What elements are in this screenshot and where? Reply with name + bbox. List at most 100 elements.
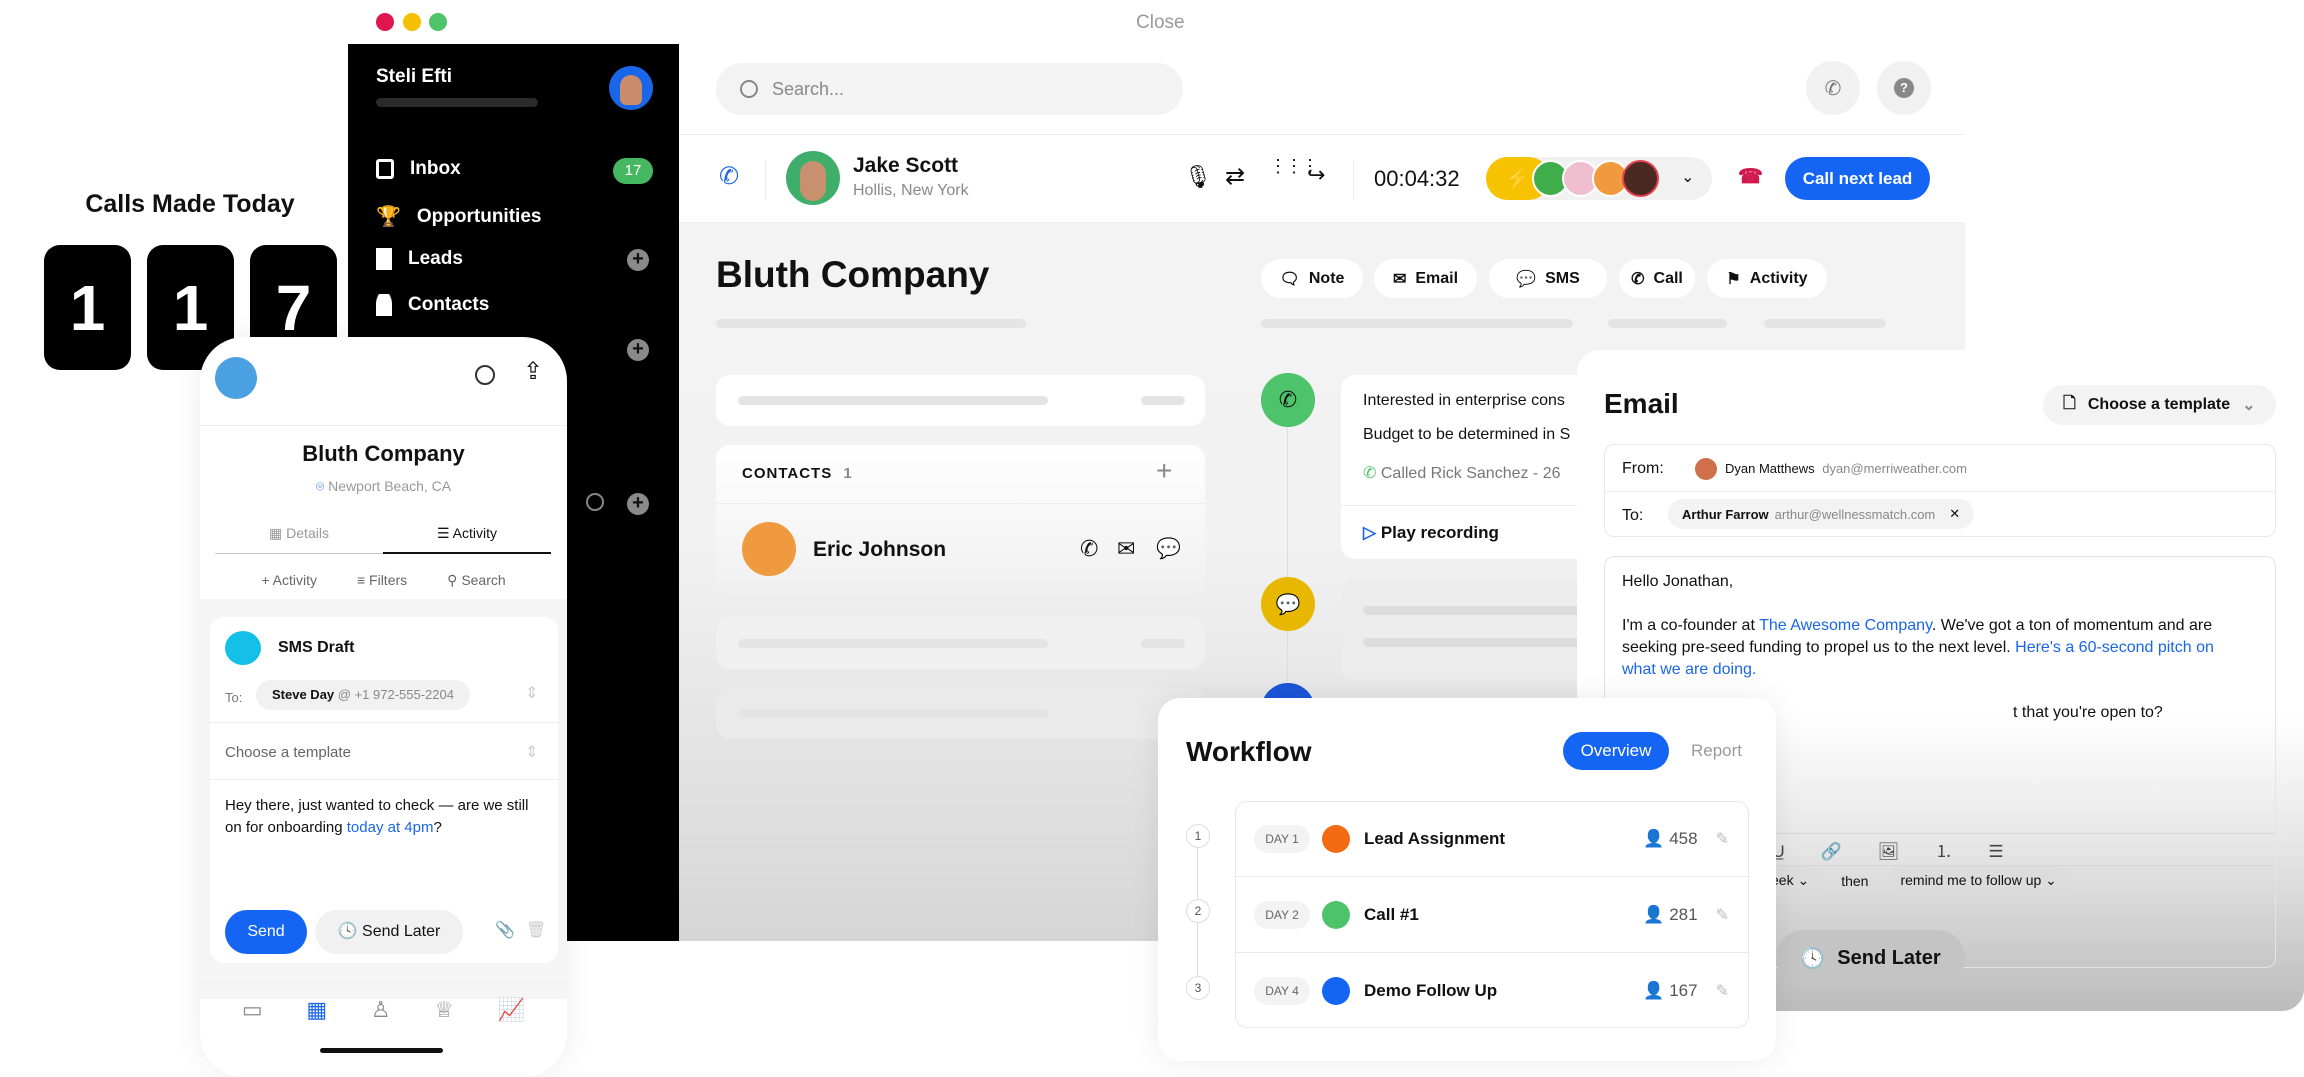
search-icon [740,80,758,98]
skeleton-card [716,617,1205,669]
workflow-step[interactable]: DAY 4 Demo Follow Up 👤 167 ✎ [1236,954,1748,1027]
to-label: To: [225,690,243,705]
add-button[interactable]: + [627,493,649,515]
search-icon[interactable] [475,365,495,385]
to-label: To: [1622,507,1644,524]
add-activity-button[interactable]: + Activity [261,572,317,589]
note-button[interactable]: 🗨 Note [1261,259,1363,298]
sender-name: Dyan Matthews [1725,461,1815,476]
digit-tile: 1 [44,245,131,370]
play-icon: ▷ [1363,523,1377,542]
call-log: ✆ Called Rick Sanchez - 26 [1363,465,1561,482]
location-icon: ⌾ [315,478,325,494]
building-icon[interactable]: ▦ [306,997,327,1023]
template-select[interactable]: Choose a template [225,744,351,761]
image-icon[interactable]: 🖼 [1878,841,1900,863]
user-avatar[interactable] [609,66,653,110]
bullet-list-icon[interactable]: ☰ [1988,841,2003,863]
recipient-chip[interactable]: Steve Day @ +1 972-555-2204 [256,680,470,710]
sender-avatar [1695,458,1717,480]
tab-details[interactable]: ▦ Details [215,525,383,542]
activity-note: Budget to be determined in S [1363,426,1571,443]
followup-select[interactable]: remind me to follow up ⌄ [1886,866,2071,895]
call-button[interactable]: ✆ Call [1619,259,1695,298]
chevron-down-icon[interactable]: ⌄ [1681,167,1694,187]
agent-avatar [1622,160,1659,197]
help-button[interactable]: ? [1877,61,1931,115]
edit-icon: ✎ [1715,831,1729,848]
contact-name[interactable]: Eric Johnson [813,538,946,562]
play-recording-button[interactable]: ▷ Play recording [1363,523,1499,543]
person-icon[interactable]: ♙ [371,997,391,1023]
contact-location: Hollis, New York [853,182,969,199]
sms-button[interactable]: 💬 SMS [1489,259,1607,298]
skeleton-card [716,688,1205,739]
user-avatar[interactable] [215,357,257,399]
call-next-lead-button[interactable]: Call next lead [1785,157,1930,200]
attach-icon[interactable]: 📎 [495,920,515,940]
phone-button[interactable]: ✆ [1806,61,1860,115]
filters-button[interactable]: ≡ Filters [357,572,407,589]
phone-icon[interactable]: ✆ [1080,536,1098,562]
workflow-step[interactable]: DAY 2 Call #1 👤 281 ✎ [1236,878,1748,953]
mute-icon[interactable]: 🎙 [1184,164,1212,190]
step-number: 1 [1186,824,1210,848]
trash-icon[interactable]: 🗑 [526,920,546,940]
contact-avatar [742,522,796,576]
stepper-icon[interactable]: ⇕ [525,683,538,703]
tab-report[interactable]: Report [1691,741,1742,761]
send-button[interactable]: Send [225,910,307,954]
forward-call-icon[interactable]: ↪ [1307,162,1325,188]
sidebar-item-inbox[interactable]: Inbox [376,158,461,180]
link-icon[interactable]: 🔗 [1821,841,1842,863]
mobile-app: ⇪ Bluth Company ⌾ Newport Beach, CA ▦ De… [200,337,567,1077]
workflow-step[interactable]: DAY 1 Lead Assignment 👤 458 ✎ [1236,802,1748,877]
sms-icon [225,631,261,665]
step-number: 3 [1186,976,1210,1000]
then-label: then [1841,872,1869,889]
power-dialer-pill[interactable]: ⚡ ⌄ [1486,157,1712,200]
remove-recipient-icon: ✕ [1949,506,1961,521]
chart-icon[interactable]: 📈 [498,997,525,1023]
hangup-icon[interactable]: ☎ [1738,164,1763,189]
mail-icon[interactable]: ✉ [1117,536,1135,562]
add-contact-button[interactable]: + [627,339,649,361]
share-icon[interactable]: ⇪ [523,357,543,386]
contact-name: Jake Scott [853,154,959,177]
maximize-window-dot[interactable] [429,13,447,31]
sms-message[interactable]: Hey there, just wanted to check — are we… [225,795,545,839]
tab-activity[interactable]: ☰ Activity [383,525,551,542]
recipient-chip[interactable]: Arthur Farrow arthur@wellnessmatch.com ✕ [1668,499,1975,529]
chat-icon[interactable]: 💬 [1156,536,1181,561]
trophy-icon[interactable]: ♕ [434,997,454,1023]
transfer-icon[interactable]: ⇄ [1225,162,1245,191]
template-select[interactable]: 🗋 Choose a template ⌄ [2043,385,2276,425]
send-later-button[interactable]: 🕓 Send Later [315,910,463,954]
sidebar-item-leads[interactable]: Leads [376,248,463,270]
document-icon: 🗋 [2063,394,2076,412]
search-button[interactable]: ⚲ Search [447,572,506,589]
search-input[interactable]: Search... [716,63,1183,115]
stepper-icon[interactable]: ⇕ [525,742,538,762]
send-later-button[interactable]: 🕓 Send Later [1776,930,1965,986]
minimize-window-dot[interactable] [403,13,421,31]
numbered-list-icon[interactable]: ⒈ [1935,841,1952,863]
close-window-dot[interactable] [376,13,394,31]
sidebar-search-icon[interactable] [586,493,604,511]
add-contact-icon[interactable]: + [1156,455,1172,487]
inbox-icon[interactable]: ▭ [242,997,263,1023]
tab-overview[interactable]: Overview [1563,732,1669,770]
sidebar-item-opportunities[interactable]: 🏆 Opportunities [376,204,541,229]
clock-icon: 🕓 [1800,947,1826,970]
sidebar-item-contacts[interactable]: Contacts [376,294,489,316]
add-lead-button[interactable]: + [627,249,649,271]
phone-icon: ✆ [1824,77,1842,100]
activity-card: Interested in enterprise cons Budget to … [1341,375,1601,559]
email-button[interactable]: ✉ Email [1374,259,1477,298]
step-number: 2 [1186,899,1210,923]
company-link[interactable]: The Awesome Company [1759,617,1932,634]
activity-button[interactable]: ⚑ Activity [1707,259,1827,298]
company-name: Bluth Company [302,441,465,466]
phone-icon [1322,901,1350,929]
trophy-icon: 🏆 [376,206,401,228]
